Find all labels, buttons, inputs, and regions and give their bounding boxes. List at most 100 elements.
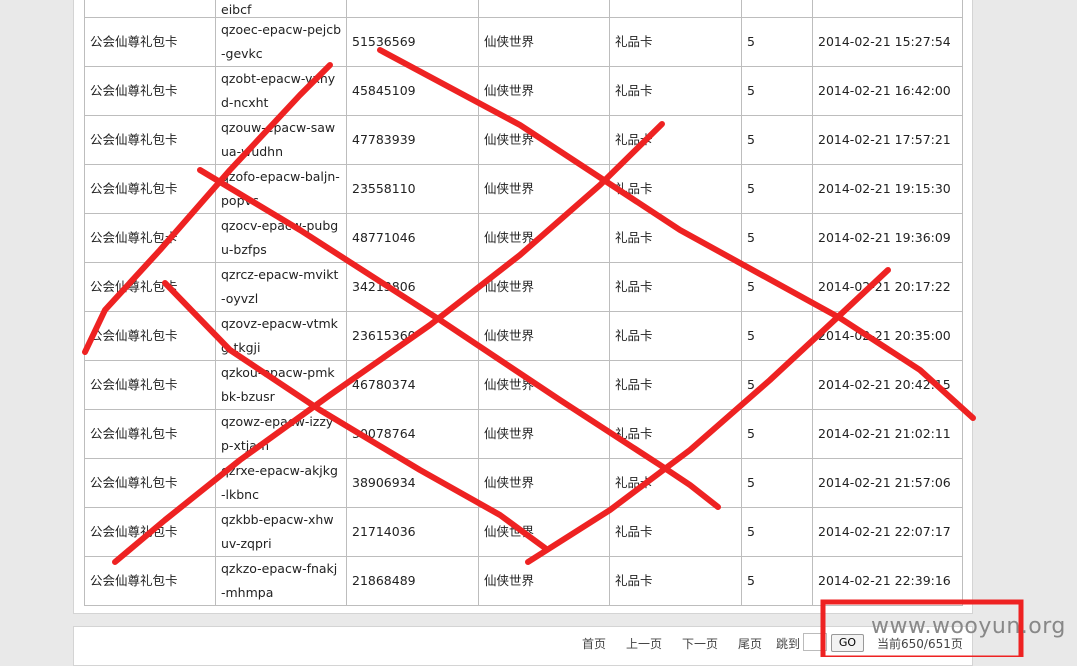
cell-time: 2014-02-21 20:42:15: [812, 360, 963, 410]
next-page-link[interactable]: 下一页: [682, 635, 718, 652]
cell-code: qzobt-epacw-vxhyd-ncxht: [215, 66, 347, 116]
cell-type: 礼品卡: [609, 115, 742, 165]
cell-name: 公会仙尊礼包卡: [84, 458, 216, 508]
cell-type: 礼品卡: [609, 556, 742, 606]
cell-type: 礼品卡: [609, 507, 742, 557]
cell-name: 公会仙尊礼包卡: [84, 507, 216, 557]
cell-game: 仙侠世界: [478, 360, 610, 410]
watermark: www.wooyun.org: [871, 614, 1066, 639]
table-row-partial: eibcf: [84, 0, 963, 18]
table-row: 公会仙尊礼包卡 qzkbb-epacw-xhwuv-zqpri 21714036 仙侠…: [84, 507, 963, 557]
cell-game: 仙侠世界: [478, 17, 610, 67]
cell-code: qzkou-epacw-pmkbk-bzusr: [215, 360, 347, 410]
cell-type: 礼品卡: [609, 458, 742, 508]
cell-number: 23558110: [346, 164, 479, 214]
cell-qty: 5: [741, 66, 813, 116]
cell-time: 2014-02-21 22:39:16: [812, 556, 963, 606]
cell-name: [84, 0, 216, 18]
cell-time: 2014-02-21 16:42:00: [812, 66, 963, 116]
cell-time: 2014-02-21 22:07:17: [812, 507, 963, 557]
cell-time: 2014-02-21 15:27:54: [812, 17, 963, 67]
cell-name: 公会仙尊礼包卡: [84, 164, 216, 214]
jump-page-input[interactable]: [803, 633, 827, 651]
prev-page-link[interactable]: 上一页: [626, 635, 662, 652]
go-button[interactable]: GO: [831, 634, 864, 652]
cell-time: [812, 0, 963, 18]
cell-type: 礼品卡: [609, 66, 742, 116]
cell-name: 公会仙尊礼包卡: [84, 115, 216, 165]
cell-name: 公会仙尊礼包卡: [84, 311, 216, 361]
cell-qty: 5: [741, 311, 813, 361]
cell-number: 51536569: [346, 17, 479, 67]
cell-type: 礼品卡: [609, 409, 742, 459]
cell-number: 30078764: [346, 409, 479, 459]
cell-time: 2014-02-21 17:57:21: [812, 115, 963, 165]
cell-number: 23615360: [346, 311, 479, 361]
cell-qty: 5: [741, 507, 813, 557]
table-row: 公会仙尊礼包卡 qzoec-epacw-pejcb-gevkc 51536569 仙侠…: [84, 17, 963, 67]
cell-game: 仙侠世界: [478, 213, 610, 263]
cell-number: [346, 0, 479, 18]
first-page-link[interactable]: 首页: [582, 635, 606, 652]
cell-code: qzouw-epacw-sawua-wudhn: [215, 115, 347, 165]
cell-code: qzoec-epacw-pejcb-gevkc: [215, 17, 347, 67]
table-row: 公会仙尊礼包卡 qzkou-epacw-pmkbk-bzusr 46780374 仙侠…: [84, 360, 963, 410]
cell-code: qzofo-epacw-baljn-popvc: [215, 164, 347, 214]
table-row: 公会仙尊礼包卡 qzouw-epacw-sawua-wudhn 47783939 仙侠…: [84, 115, 963, 165]
cell-qty: 5: [741, 17, 813, 67]
last-page-link[interactable]: 尾页: [738, 635, 762, 652]
cell-qty: 5: [741, 360, 813, 410]
table-row: 公会仙尊礼包卡 qzofo-epacw-baljn-popvc 23558110 仙侠…: [84, 164, 963, 214]
cell-code: qzkbb-epacw-xhwuv-zqpri: [215, 507, 347, 557]
cell-type: 礼品卡: [609, 164, 742, 214]
pagination-bar: 首页 上一页 下一页 尾页 跳到 GO 当前650/651页: [73, 626, 973, 666]
cell-type: 礼品卡: [609, 213, 742, 263]
table-row: 公会仙尊礼包卡 qzobt-epacw-vxhyd-ncxht 45845109 仙侠…: [84, 66, 963, 116]
cell-code: qzrxe-epacw-akjkg-lkbnc: [215, 458, 347, 508]
cell-time: 2014-02-21 20:17:22: [812, 262, 963, 312]
cell-time: 2014-02-21 20:35:00: [812, 311, 963, 361]
cell-qty: 5: [741, 213, 813, 263]
cell-qty: 5: [741, 556, 813, 606]
cell-code: qzovz-epacw-vtmkg-tkgji: [215, 311, 347, 361]
cell-name: 公会仙尊礼包卡: [84, 409, 216, 459]
cell-game: 仙侠世界: [478, 115, 610, 165]
cell-number: 46780374: [346, 360, 479, 410]
cell-time: 2014-02-21 19:36:09: [812, 213, 963, 263]
table-row: 公会仙尊礼包卡 qzkzo-epacw-fnakj-mhmpa 21868489 仙侠…: [84, 556, 963, 606]
table-row: 公会仙尊礼包卡 qzrcz-epacw-mvikt-oyvzl 34213806 仙侠…: [84, 262, 963, 312]
cell-qty: 5: [741, 115, 813, 165]
table-row: 公会仙尊礼包卡 qzovz-epacw-vtmkg-tkgji 23615360 仙侠…: [84, 311, 963, 361]
cell-code: qzowz-epacw-izzyp-xtjam: [215, 409, 347, 459]
cell-time: 2014-02-21 21:02:11: [812, 409, 963, 459]
table-row: 公会仙尊礼包卡 qzrxe-epacw-akjkg-lkbnc 38906934 仙侠…: [84, 458, 963, 508]
table-row: 公会仙尊礼包卡 qzowz-epacw-izzyp-xtjam 30078764 仙侠…: [84, 409, 963, 459]
cell-name: 公会仙尊礼包卡: [84, 17, 216, 67]
cell-type: 礼品卡: [609, 262, 742, 312]
cell-game: 仙侠世界: [478, 262, 610, 312]
cell-code: qzocv-epacw-pubgu-bzfps: [215, 213, 347, 263]
cell-game: 仙侠世界: [478, 507, 610, 557]
cell-number: 21714036: [346, 507, 479, 557]
cell-type: 礼品卡: [609, 17, 742, 67]
cell-name: 公会仙尊礼包卡: [84, 213, 216, 263]
cell-game: [478, 0, 610, 18]
cell-qty: 5: [741, 164, 813, 214]
cell-game: 仙侠世界: [478, 164, 610, 214]
cell-code: qzrcz-epacw-mvikt-oyvzl: [215, 262, 347, 312]
cell-code: eibcf: [215, 0, 347, 18]
cell-time: 2014-02-21 21:57:06: [812, 458, 963, 508]
cell-name: 公会仙尊礼包卡: [84, 556, 216, 606]
cell-game: 仙侠世界: [478, 311, 610, 361]
records-table: eibcf 公会仙尊礼包卡 qzoec-epacw-pejcb-gevkc 5153…: [84, 0, 963, 606]
table-row: 公会仙尊礼包卡 qzocv-epacw-pubgu-bzfps 48771046 仙侠…: [84, 213, 963, 263]
cell-number: 47783939: [346, 115, 479, 165]
cell-qty: 5: [741, 262, 813, 312]
cell-type: 礼品卡: [609, 360, 742, 410]
cell-time: 2014-02-21 19:15:30: [812, 164, 963, 214]
cell-type: [609, 0, 742, 18]
cell-type: 礼品卡: [609, 311, 742, 361]
cell-game: 仙侠世界: [478, 409, 610, 459]
jump-label: 跳到: [776, 637, 801, 651]
cell-number: 48771046: [346, 213, 479, 263]
